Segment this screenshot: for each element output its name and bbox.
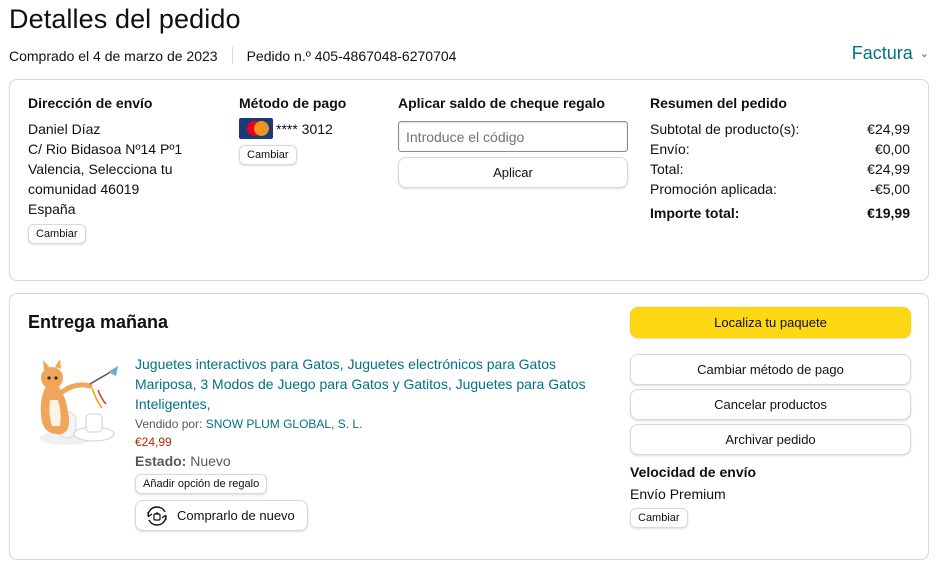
order-info-card: Dirección de envío Daniel Díaz C/ Rio Bi… (9, 79, 929, 281)
seller-info: Vendido por: SNOW PLUM GLOBAL, S. L. (135, 417, 605, 431)
summary-value: €24,99 (867, 121, 910, 137)
mastercard-icon (239, 118, 273, 139)
change-payment-button[interactable]: Cambiar (239, 145, 297, 165)
product-info: Juguetes interactivos para Gatos, Juguet… (135, 354, 605, 533)
summary-row: Envío: €0,00 (650, 139, 910, 159)
product-title-link[interactable]: Juguetes interactivos para Gatos, Juguet… (135, 354, 605, 414)
summary-total-row: Importe total: €19,99 (650, 203, 910, 223)
shipping-address-title: Dirección de envío (28, 95, 153, 111)
summary-label: Promoción aplicada: (650, 181, 777, 197)
summary-value: €0,00 (874, 141, 910, 157)
shipment-card: Entrega mañana Juguetes interactivos par… (9, 293, 929, 560)
divider (231, 47, 233, 64)
purchase-date: Comprado el 4 de marzo de 2023 (9, 47, 218, 64)
payment-card: **** 3012 (239, 118, 346, 139)
summary-rows: Subtotal de producto(s): €24,99 Envío: €… (650, 119, 910, 223)
order-meta: Comprado el 4 de marzo de 2023 Pedido n.… (9, 47, 456, 64)
summary-row: Total: €24,99 (650, 159, 910, 179)
add-gift-option-button[interactable]: Añadir opción de regalo (135, 474, 268, 494)
gift-card-section: Aplicar saldo de cheque regalo Aplicar (398, 95, 630, 188)
summary-total-label: Importe total: (650, 205, 740, 221)
change-address-button[interactable]: Cambiar (28, 224, 86, 244)
buy-again-label: Comprarlo de nuevo (177, 508, 295, 523)
summary-value: €24,99 (867, 161, 910, 177)
payment-method-section: Método de pago **** 3012 Cambiar (239, 95, 346, 165)
order-summary-section: Resumen del pedido Subtotal de producto(… (650, 95, 910, 223)
summary-label: Subtotal de producto(s): (650, 121, 800, 137)
seller-link[interactable]: SNOW PLUM GLOBAL, S. L. (206, 417, 363, 431)
summary-label: Envío: (650, 141, 690, 157)
buy-again-icon (147, 505, 167, 526)
address-line: Daniel Díaz (28, 121, 101, 137)
summary-total-value: €19,99 (867, 205, 910, 221)
change-shipping-speed-button[interactable]: Cambiar (630, 508, 688, 528)
address-line: C/ Rio Bidasoa Nº14 Pº1 (28, 141, 183, 157)
summary-label: Total: (650, 161, 684, 177)
order-number: Pedido n.º 405-4867048-6270704 (246, 47, 457, 64)
address-line: España (28, 201, 76, 217)
cancel-items-button[interactable]: Cancelar productos (630, 389, 911, 420)
shipment-actions: Localiza tu paquete Cambiar método de pa… (630, 307, 911, 528)
condition-label: Estado: (135, 453, 187, 469)
delivery-status-title: Entrega mañana (28, 312, 169, 332)
product-condition: Estado: Nuevo (135, 453, 605, 469)
archive-order-button[interactable]: Archivar pedido (630, 424, 911, 455)
seller-label: Vendido por: (135, 417, 203, 431)
summary-row: Subtotal de producto(s): €24,99 (650, 119, 910, 139)
buy-again-button[interactable]: Comprarlo de nuevo (135, 500, 308, 531)
condition-value: Nuevo (190, 453, 231, 469)
apply-gift-button[interactable]: Aplicar (398, 157, 628, 188)
order-summary-title: Resumen del pedido (650, 95, 787, 111)
chevron-down-icon: ⌄ (919, 48, 929, 60)
summary-value: -€5,00 (870, 181, 910, 197)
shipping-speed-title: Velocidad de envío (630, 464, 757, 480)
shipping-speed-value: Envío Premium (630, 486, 726, 502)
gift-card-title: Aplicar saldo de cheque regalo (398, 95, 605, 111)
change-payment-method-button[interactable]: Cambiar método de pago (630, 354, 911, 385)
payment-method-title: Método de pago (239, 95, 347, 111)
product-image[interactable] (28, 352, 126, 448)
page-title: Detalles del pedido (9, 4, 241, 34)
card-number: **** 3012 (276, 120, 333, 137)
gift-code-input[interactable] (398, 121, 628, 152)
product-price: €24,99 (135, 435, 172, 449)
track-package-button[interactable]: Localiza tu paquete (630, 307, 911, 338)
shipping-address: Daniel Díaz C/ Rio Bidasoa Nº14 Pº1 Vale… (28, 119, 203, 219)
invoice-dropdown[interactable]: Factura ⌄ (852, 43, 929, 64)
invoice-label: Factura (851, 43, 913, 63)
address-line: Valencia, Selecciona tu comunidad 46019 (28, 161, 173, 197)
summary-row: Promoción aplicada: -€5,00 (650, 179, 910, 199)
shipping-address-section: Dirección de envío Daniel Díaz C/ Rio Bi… (28, 95, 203, 244)
